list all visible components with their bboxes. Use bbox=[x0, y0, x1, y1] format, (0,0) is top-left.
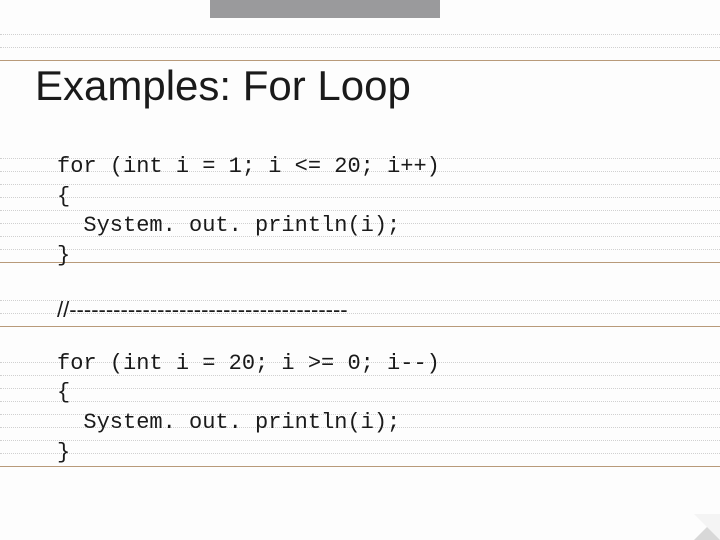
code-separator: //-------------------------------------- bbox=[57, 297, 680, 323]
slide-content: Examples: For Loop for (int i = 1; i <= … bbox=[0, 0, 720, 468]
code-example-2: for (int i = 20; i >= 0; i--) { System. … bbox=[57, 349, 680, 468]
page-curl-icon bbox=[694, 514, 720, 540]
code-example-1: for (int i = 1; i <= 20; i++) { System. … bbox=[57, 152, 680, 271]
slide-title: Examples: For Loop bbox=[35, 62, 680, 110]
